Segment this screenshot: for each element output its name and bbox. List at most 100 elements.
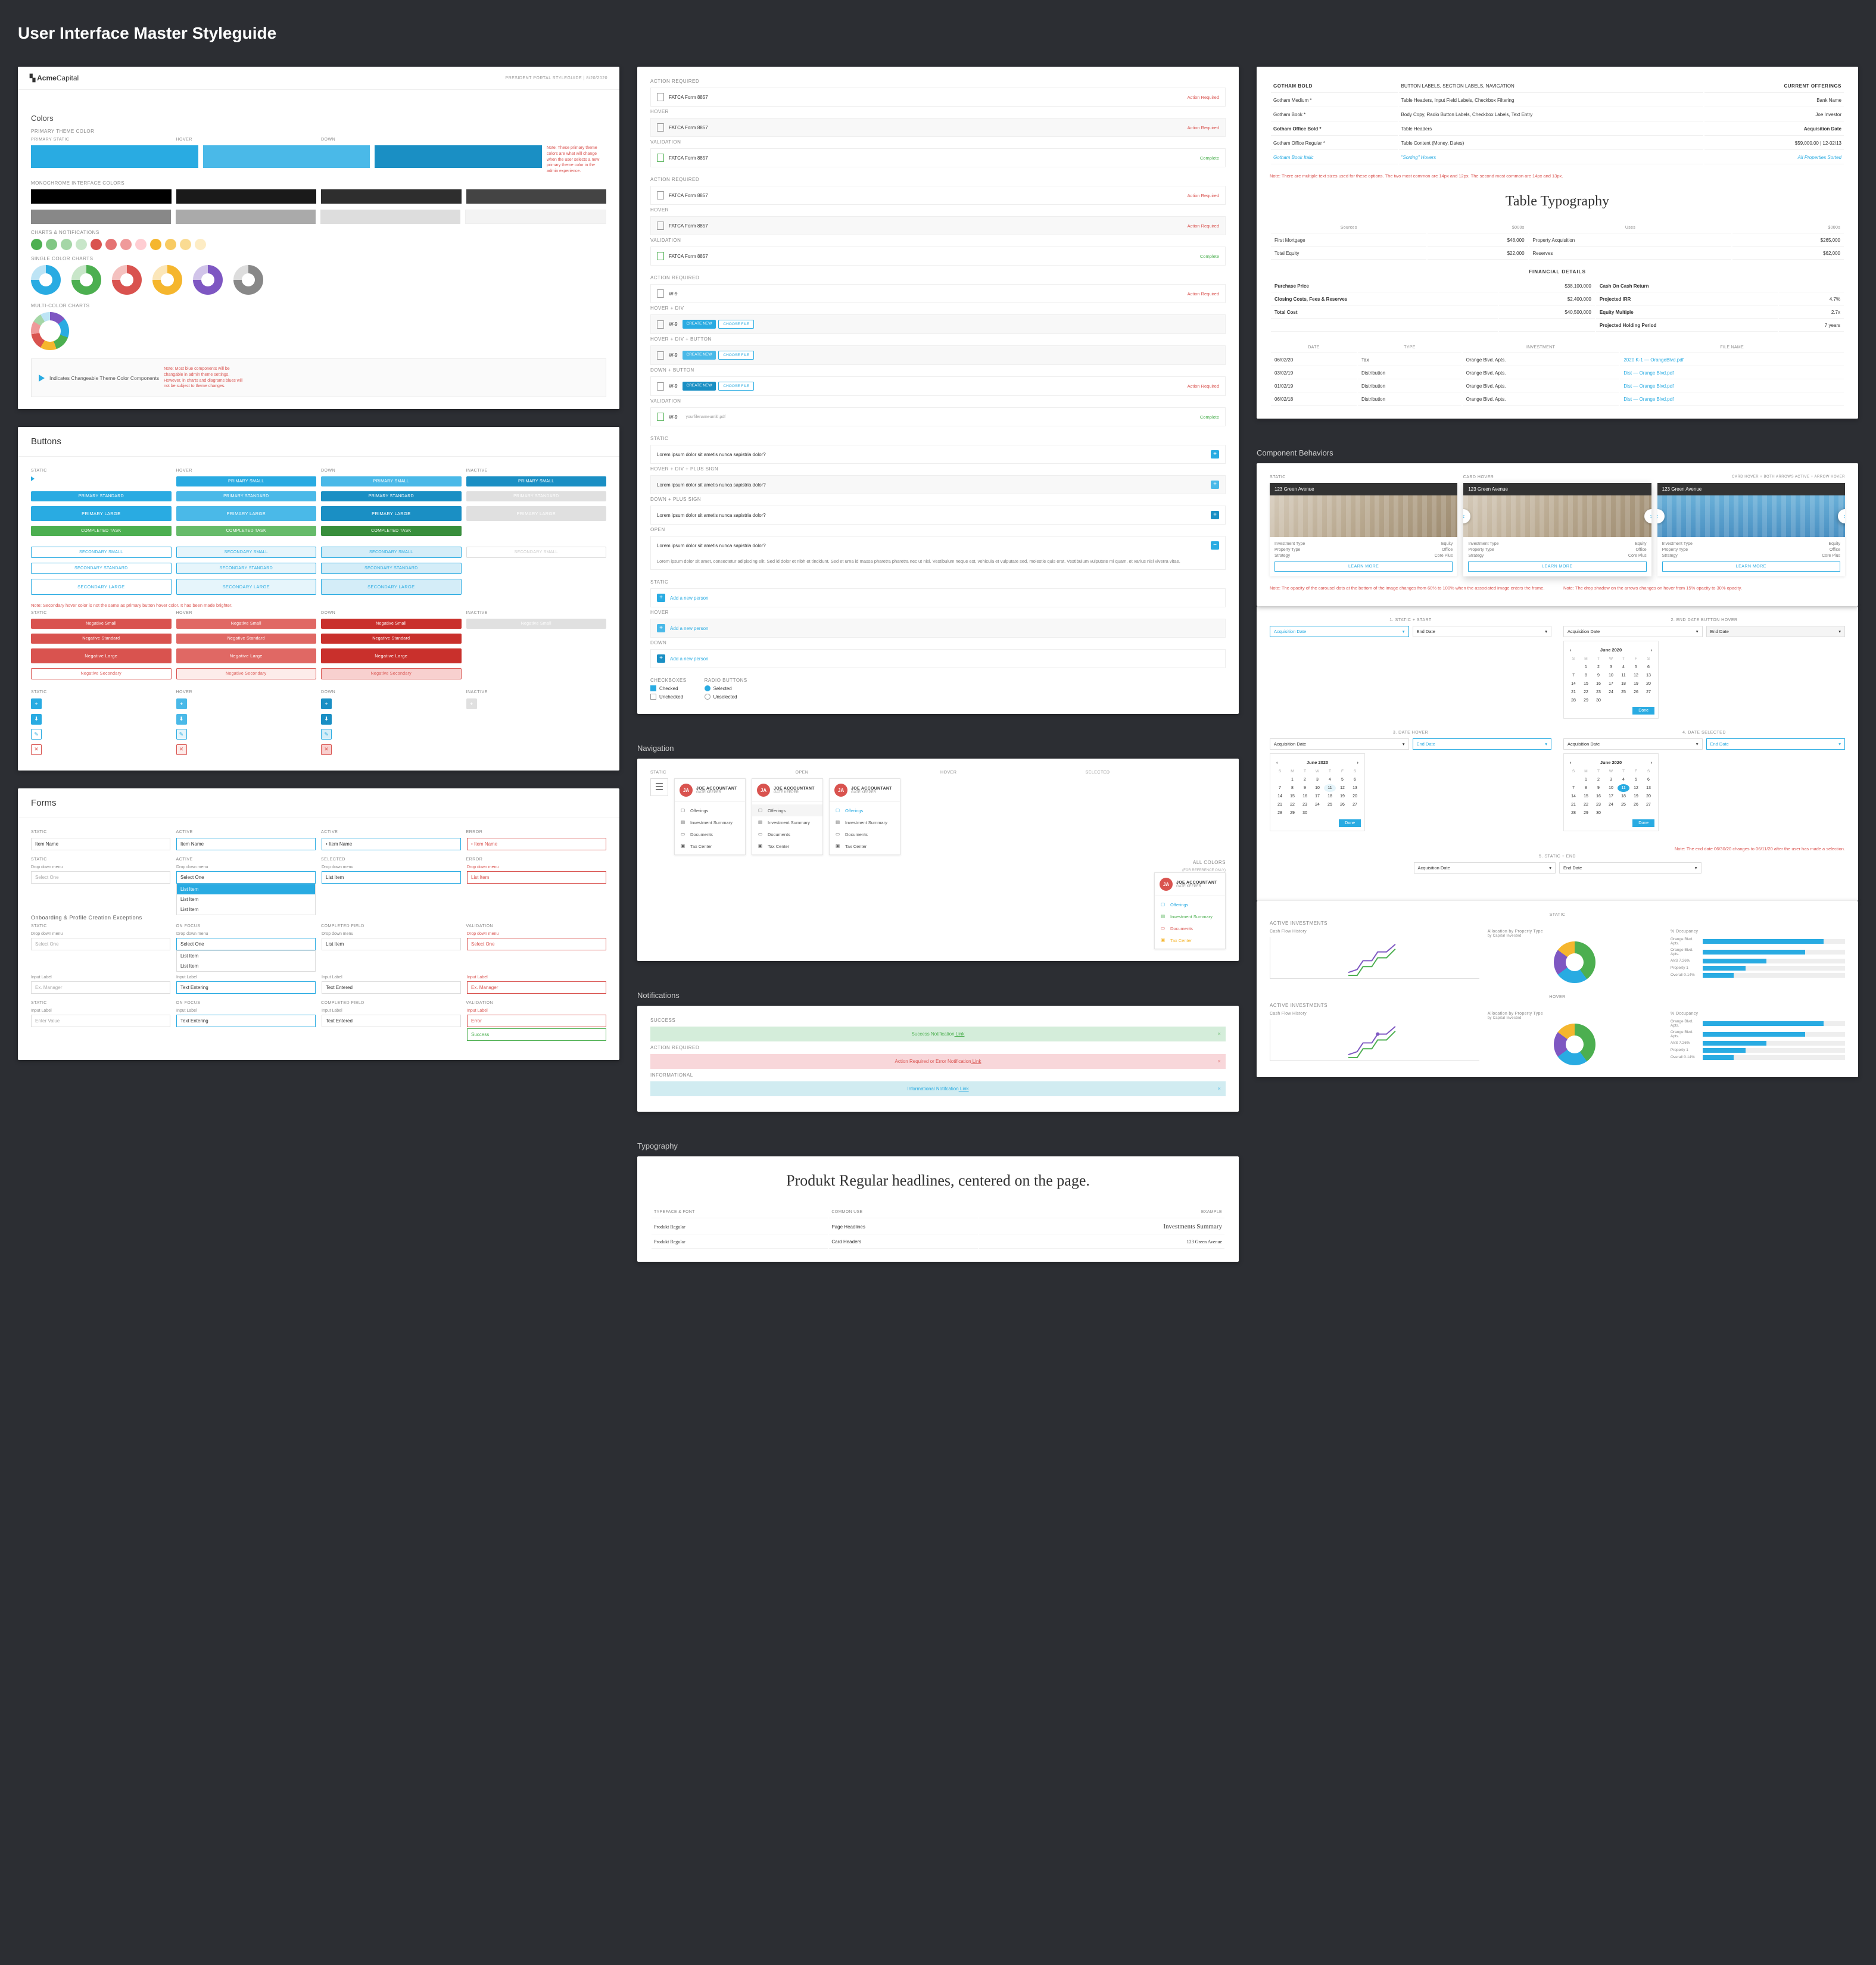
calendar-day[interactable]: 15 xyxy=(1580,793,1592,800)
date-input-end[interactable]: End Date▾ xyxy=(1413,738,1552,750)
property-card-hover[interactable]: 123 Green Avenue ‹› Investment TypeEquit… xyxy=(1463,483,1651,576)
date-input-start[interactable]: Acquisition Date▾ xyxy=(1270,738,1409,750)
calendar-day[interactable]: 23 xyxy=(1593,688,1604,696)
calendar-day[interactable]: 7 xyxy=(1274,784,1286,792)
calendar-day[interactable]: 14 xyxy=(1274,793,1286,800)
calendar-day[interactable]: 20 xyxy=(1643,793,1654,800)
calendar-day[interactable]: 5 xyxy=(1630,663,1642,671)
calendar-day[interactable]: 22 xyxy=(1580,801,1592,809)
calendar-day[interactable]: 12 xyxy=(1630,672,1642,679)
choose-file-button[interactable]: CHOOSE FILE xyxy=(718,351,754,360)
nav-item-summary[interactable]: ▤Investment Summary xyxy=(752,816,822,828)
dropdown-item[interactable]: List Item xyxy=(177,884,315,894)
calendar-day[interactable]: 17 xyxy=(1605,680,1617,688)
nav-item-offerings[interactable]: ▢Offerings xyxy=(830,804,900,816)
edit-icon-button[interactable]: ✎ xyxy=(31,729,42,740)
ob-input[interactable]: Ex. Manager xyxy=(31,981,170,994)
edit-icon-button[interactable]: ✎ xyxy=(176,729,187,740)
calendar-day[interactable]: 8 xyxy=(1286,784,1298,792)
calendar-day[interactable]: 2 xyxy=(1593,776,1604,784)
calendar-day[interactable]: 26 xyxy=(1630,688,1642,696)
ob-input-complete[interactable]: Text Entered xyxy=(322,981,461,994)
property-card-arrows[interactable]: 123 Green Avenue ‹› Investment TypeEquit… xyxy=(1657,483,1845,576)
calendar-day[interactable]: 18 xyxy=(1618,680,1629,688)
date-input-end[interactable]: End Date▾ xyxy=(1413,626,1552,637)
calendar-day[interactable]: 18 xyxy=(1324,793,1336,800)
download-icon-button[interactable]: ⬇ xyxy=(31,714,42,725)
file-row-fatca-2[interactable]: FATCA Form 8857Action Required xyxy=(650,186,1226,205)
ob-dd-complete[interactable]: List Item xyxy=(322,938,461,950)
plus-icon-button[interactable]: + xyxy=(31,698,42,709)
add-person-static[interactable]: +Add a new person xyxy=(650,588,1226,607)
btn[interactable]: Negative Standard xyxy=(176,634,317,644)
calendar-day[interactable]: 24 xyxy=(1605,801,1617,809)
calendar-day[interactable]: 16 xyxy=(1593,793,1604,800)
calendar-day[interactable]: 16 xyxy=(1593,680,1604,688)
calendar-day[interactable]: 25 xyxy=(1618,688,1629,696)
btn[interactable]: PRIMARY LARGE xyxy=(321,506,462,521)
calendar-day[interactable]: 2 xyxy=(1299,776,1311,784)
expand-icon[interactable]: + xyxy=(1211,511,1219,519)
calendar-day[interactable]: 3 xyxy=(1605,663,1617,671)
calendar-day[interactable]: 23 xyxy=(1593,801,1604,809)
calendar-day[interactable]: 24 xyxy=(1605,688,1617,696)
calendar-day[interactable]: 23 xyxy=(1299,801,1311,809)
file-row-w9-valid[interactable]: W-9yourfilenameuntitl.pdfComplete xyxy=(650,407,1226,426)
calendar-day[interactable]: 13 xyxy=(1349,784,1361,792)
accordion-static[interactable]: Lorem ipsum dolor sit ametis nunca sapis… xyxy=(650,445,1226,464)
input-static[interactable]: Item Name xyxy=(31,838,170,850)
calendar-day[interactable]: 4 xyxy=(1324,776,1336,784)
done-button[interactable]: Done xyxy=(1632,819,1654,827)
cal-prev-icon[interactable]: ‹ xyxy=(1570,760,1572,765)
carousel-prev-icon[interactable]: ‹ xyxy=(1463,509,1470,523)
file-row-w9-down[interactable]: W-9CREATE NEWCHOOSE FILEAction Required xyxy=(650,376,1226,396)
nav-item-summary[interactable]: ▤Investment Summary xyxy=(830,816,900,828)
btn[interactable]: Negative Secondary xyxy=(176,668,317,679)
calendar-day[interactable]: 28 xyxy=(1274,809,1286,817)
learn-more-button[interactable]: LEARN MORE xyxy=(1274,562,1453,572)
btn[interactable]: SECONDARY LARGE xyxy=(321,579,462,595)
notif-link[interactable]: Link xyxy=(971,1059,981,1064)
ob-input2-focus[interactable]: Text Entering xyxy=(176,1015,316,1027)
calendar-day[interactable]: 19 xyxy=(1336,793,1348,800)
calendar-day[interactable]: 26 xyxy=(1336,801,1348,809)
expand-icon[interactable]: + xyxy=(1211,481,1219,489)
btn[interactable]: SECONDARY LARGE xyxy=(176,579,317,595)
date-input-start[interactable]: Acquisition Date▾ xyxy=(1414,862,1556,874)
ob-input2-success[interactable]: Success xyxy=(467,1028,606,1041)
calendar-day[interactable]: 18 xyxy=(1618,793,1629,800)
btn[interactable]: Negative Standard xyxy=(321,634,462,644)
nav-item[interactable]: ▢Offerings xyxy=(1155,899,1225,910)
calendar-day[interactable]: 17 xyxy=(1311,793,1323,800)
btn[interactable]: PRIMARY STANDARD xyxy=(321,491,462,501)
calendar-day[interactable]: 22 xyxy=(1580,688,1592,696)
btn[interactable]: COMPLETED TASK xyxy=(176,526,317,536)
close-icon-button[interactable]: ✕ xyxy=(176,744,187,755)
cal-next-icon[interactable]: › xyxy=(1651,647,1653,653)
calendar-day[interactable]: 1 xyxy=(1580,663,1592,671)
calendar-day[interactable]: 20 xyxy=(1349,793,1361,800)
btn[interactable]: COMPLETED TASK xyxy=(321,526,462,536)
ob-dd-error[interactable]: Select One xyxy=(467,938,606,950)
done-button[interactable]: Done xyxy=(1339,819,1361,827)
cal-prev-icon[interactable]: ‹ xyxy=(1276,760,1278,765)
calendar-day[interactable]: 3 xyxy=(1605,776,1617,784)
notif-link[interactable]: Link xyxy=(959,1086,969,1091)
ob-dd-focus[interactable]: Select One xyxy=(176,938,316,950)
choose-file-button[interactable]: CHOOSE FILE xyxy=(718,320,754,329)
calendar-day[interactable]: 5 xyxy=(1630,776,1642,784)
nav-item-docs[interactable]: ▭Documents xyxy=(752,828,822,840)
notif-link[interactable]: Link xyxy=(955,1031,965,1037)
nav-item[interactable]: ▣Tax Center xyxy=(1155,934,1225,946)
calendar-day[interactable]: 14 xyxy=(1568,680,1579,688)
calendar-day[interactable]: 10 xyxy=(1605,672,1617,679)
btn[interactable]: Negative Small xyxy=(176,619,317,629)
btn[interactable]: SECONDARY STANDARD xyxy=(176,563,317,574)
btn-primary-lg[interactable]: PRIMARY LARGE xyxy=(31,506,172,521)
calendar-day[interactable]: 10 xyxy=(1605,784,1617,792)
btn-neg-lg[interactable]: Negative Large xyxy=(31,648,172,663)
calendar-day[interactable]: 7 xyxy=(1568,784,1579,792)
calendar-day[interactable]: 1 xyxy=(1580,776,1592,784)
file-row-w9-hov[interactable]: W-9CREATE NEWCHOOSE FILE xyxy=(650,314,1226,334)
carousel-next-icon[interactable]: › xyxy=(1644,509,1651,523)
